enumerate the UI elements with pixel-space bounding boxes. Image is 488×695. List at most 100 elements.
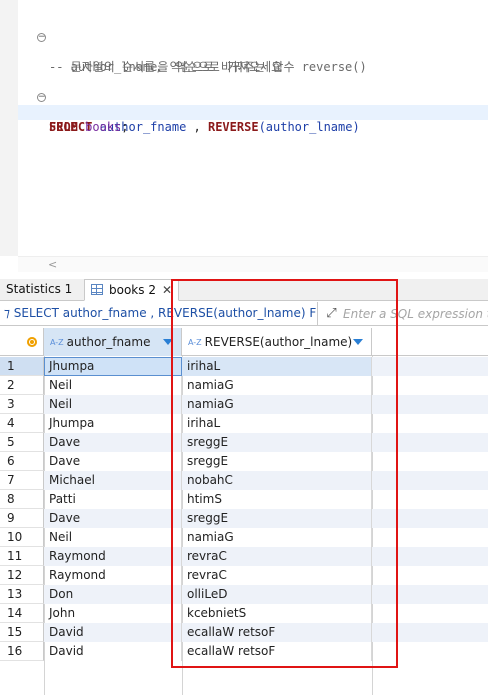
table-row[interactable]: 2 Neil namiaG <box>0 376 488 395</box>
cell-author-fname[interactable]: Don <box>44 585 182 604</box>
column-label: REVERSE(author_lname) <box>204 335 353 349</box>
table-books: books <box>85 120 122 134</box>
record-mode-icon[interactable] <box>27 337 37 347</box>
from-keyword: FROM <box>49 120 78 134</box>
cell-author-fname[interactable]: Dave <box>44 509 182 528</box>
fold-collapse-icon[interactable]: − <box>37 33 46 42</box>
result-tabs: Statistics 1 books 2 ✕ <box>0 279 488 301</box>
cell-reverse-lname[interactable]: sreggE <box>182 452 372 471</box>
editor-code-area[interactable]: − -- 문자열의 순서를, 역순으로 바꿔주는 함수 reverse() --… <box>18 0 488 256</box>
table-row[interactable]: 3 Neil namiaG <box>0 395 488 414</box>
cell-author-fname[interactable]: Neil <box>44 376 182 395</box>
tab-books-2[interactable]: books 2 ✕ <box>84 279 180 301</box>
row-number[interactable]: 16 <box>0 642 44 661</box>
scroll-left-icon[interactable]: < <box>48 258 57 271</box>
cell-author-fname[interactable]: Jhumpa <box>44 357 182 376</box>
table-row[interactable]: 7 Michael nobahC <box>0 471 488 490</box>
cell-author-fname[interactable]: David <box>44 642 182 661</box>
cell-reverse-lname[interactable]: irihaL <box>182 357 372 376</box>
cell-author-fname[interactable]: David <box>44 623 182 642</box>
tab-statistics-1[interactable]: Statistics 1 <box>0 279 78 301</box>
column-header-reverse-lname[interactable]: A-Z REVERSE(author_lname) <box>182 328 372 356</box>
table-row[interactable]: 15 David ecallaW retsoF <box>0 623 488 642</box>
row-number[interactable]: 4 <box>0 414 44 433</box>
cell-reverse-lname[interactable]: revraC <box>182 566 372 585</box>
cell-reverse-lname[interactable]: sreggE <box>182 433 372 452</box>
row-number-header[interactable] <box>0 328 44 356</box>
cell-author-fname[interactable]: John <box>44 604 182 623</box>
cell-reverse-lname[interactable]: revraC <box>182 547 372 566</box>
table-row[interactable]: 9 Dave sreggE <box>0 509 488 528</box>
sort-arrow-icon[interactable] <box>163 339 173 345</box>
filter-bar: ⁊ SELECT author_fname , REVERSE(author_l… <box>0 302 488 326</box>
column-label: author_fname <box>66 335 151 349</box>
row-number[interactable]: 13 <box>0 585 44 604</box>
cell-reverse-lname[interactable]: sreggE <box>182 509 372 528</box>
filter-expression-input[interactable] <box>343 304 488 324</box>
cell-reverse-lname[interactable]: irihaL <box>182 414 372 433</box>
sort-arrow-icon[interactable] <box>353 339 363 345</box>
expand-icon[interactable]: ⤢ <box>324 306 339 321</box>
row-number[interactable]: 2 <box>0 376 44 395</box>
table-row[interactable]: 4 Jhumpa irihaL <box>0 414 488 433</box>
editor-horizontal-scrollbar[interactable]: < <box>18 256 488 272</box>
table-row[interactable]: 10 Neil namiaG <box>0 528 488 547</box>
table-row[interactable]: 13 Don olliLeD <box>0 585 488 604</box>
cell-author-fname[interactable]: Jhumpa <box>44 414 182 433</box>
close-icon[interactable]: ✕ <box>162 283 172 297</box>
reverse-argument: (author_lname) <box>258 120 360 134</box>
table-row[interactable]: 5 Dave sreggE <box>0 433 488 452</box>
cell-author-fname[interactable]: Neil <box>44 528 182 547</box>
table-row[interactable]: 1 Jhumpa irihaL <box>0 357 488 376</box>
row-number[interactable]: 12 <box>0 566 44 585</box>
semicolon: ; <box>121 120 129 134</box>
table-row[interactable]: 14 John kcebnietS <box>0 604 488 623</box>
row-number[interactable]: 9 <box>0 509 44 528</box>
text-type-icon: A-Z <box>188 338 202 347</box>
cell-reverse-lname[interactable]: ecallaW retsoF <box>182 623 372 642</box>
cell-reverse-lname[interactable]: olliLeD <box>182 585 372 604</box>
comment-text: -- author_lname을 역순으로 가져오세요 <box>49 60 283 74</box>
grid-header: A-Z author_fname A-Z REVERSE(author_lname) <box>0 328 488 356</box>
row-number[interactable]: 7 <box>0 471 44 490</box>
cell-author-fname[interactable]: Neil <box>44 395 182 414</box>
row-number[interactable]: 15 <box>0 623 44 642</box>
cell-author-fname[interactable]: Raymond <box>44 566 182 585</box>
code-line-comment-1: − -- 문자열의 순서를, 역순으로 바꿔주는 함수 reverse() <box>18 30 488 74</box>
row-number[interactable]: 1 <box>0 357 44 376</box>
row-number[interactable]: 10 <box>0 528 44 547</box>
cell-reverse-lname[interactable]: namiaG <box>182 528 372 547</box>
cell-author-fname[interactable]: Dave <box>44 433 182 452</box>
cell-author-fname[interactable]: Patti <box>44 490 182 509</box>
row-number[interactable]: 14 <box>0 604 44 623</box>
row-number[interactable]: 11 <box>0 547 44 566</box>
column-header-author-fname[interactable]: A-Z author_fname <box>44 328 182 356</box>
cell-reverse-lname[interactable]: namiaG <box>182 376 372 395</box>
cell-reverse-lname[interactable]: ecallaW retsoF <box>182 642 372 661</box>
query-text[interactable]: ⁊ SELECT author_fname , REVERSE(author_l… <box>0 302 318 325</box>
cell-reverse-lname[interactable]: htimS <box>182 490 372 509</box>
cell-author-fname[interactable]: Dave <box>44 452 182 471</box>
comma-separator: , <box>186 120 208 134</box>
fold-collapse-icon[interactable]: − <box>37 93 46 102</box>
row-number[interactable]: 5 <box>0 433 44 452</box>
table-row[interactable]: 11 Raymond revraC <box>0 547 488 566</box>
cell-author-fname[interactable]: Raymond <box>44 547 182 566</box>
row-number[interactable]: 3 <box>0 395 44 414</box>
table-row[interactable]: 12 Raymond revraC <box>0 566 488 585</box>
cell-author-fname[interactable]: Michael <box>44 471 182 490</box>
cell-reverse-lname[interactable]: namiaG <box>182 395 372 414</box>
row-number[interactable]: 8 <box>0 490 44 509</box>
editor-gutter <box>0 0 18 256</box>
code-line-select: − SELECT author_fname , REVERSE(author_l… <box>18 90 488 134</box>
sql-editor[interactable]: − -- 문자열의 순서를, 역순으로 바꿔주는 함수 reverse() --… <box>0 0 488 272</box>
table-row[interactable]: 6 Dave sreggE <box>0 452 488 471</box>
table-row[interactable]: 8 Patti htimS <box>0 490 488 509</box>
tab-label: Statistics 1 <box>6 282 73 296</box>
cell-reverse-lname[interactable]: nobahC <box>182 471 372 490</box>
text-type-icon: A-Z <box>50 338 64 347</box>
table-row[interactable]: 16 David ecallaW retsoF <box>0 642 488 661</box>
row-number[interactable]: 6 <box>0 452 44 471</box>
cell-reverse-lname[interactable]: kcebnietS <box>182 604 372 623</box>
results-grid[interactable]: A-Z author_fname A-Z REVERSE(author_lname)… <box>0 328 488 695</box>
